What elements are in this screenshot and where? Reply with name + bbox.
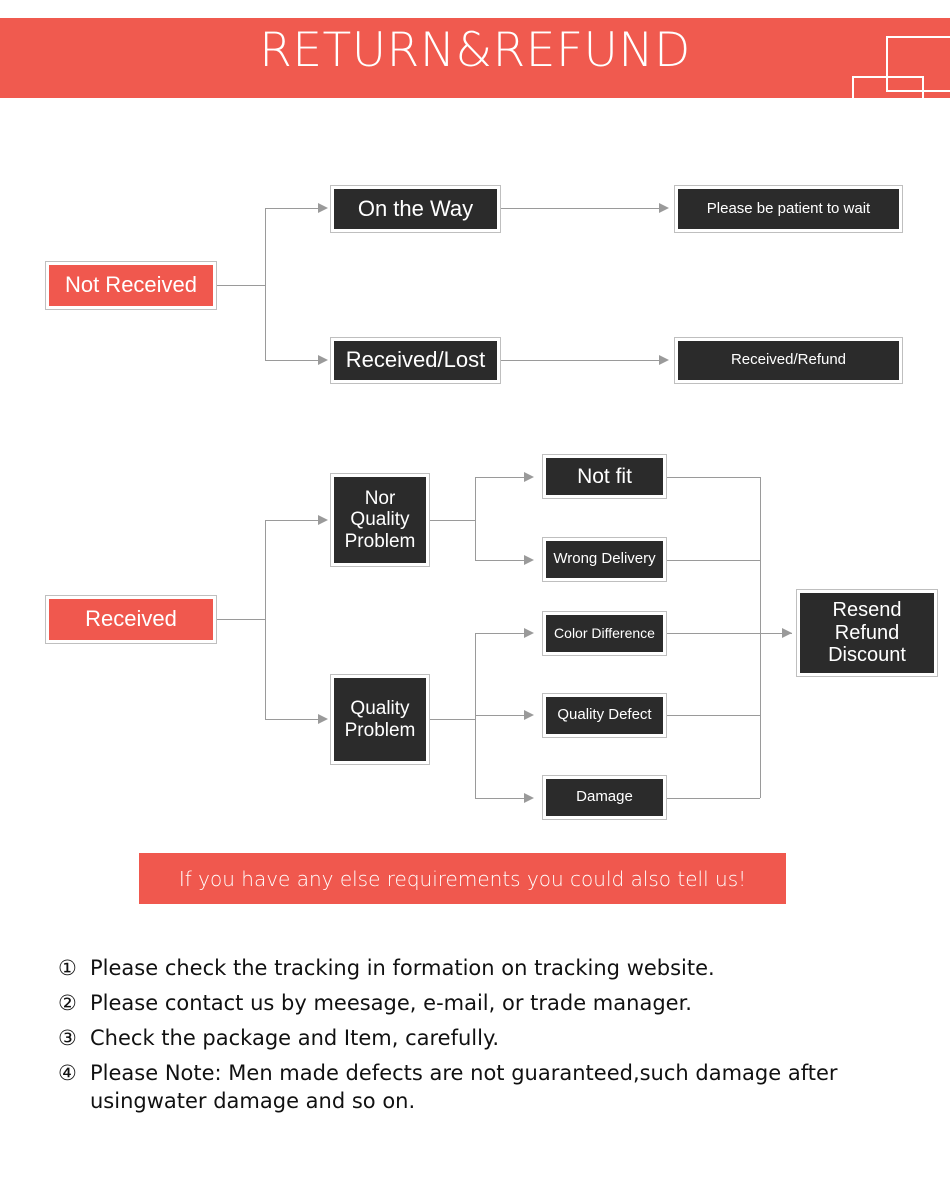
connector-rcv-top [265, 520, 320, 521]
arrow-to-quality-problem [318, 714, 328, 724]
node-received-lost[interactable]: Received/Lost [330, 337, 501, 384]
arrow-to-color-difference [524, 628, 534, 638]
node-please-be-patient[interactable]: Please be patient to wait [674, 185, 903, 233]
connector-qp-bottom [475, 798, 525, 799]
node-received[interactable]: Received [45, 595, 217, 644]
note-text-2: Please contact us by meesage, e-mail, or… [90, 990, 692, 1015]
connector-nqp-bottom [475, 560, 525, 561]
node-received-refund[interactable]: Received/Refund [674, 337, 903, 384]
connector-nf-out [667, 477, 760, 478]
arrow-to-be-patient [659, 203, 669, 213]
note-number-3: ③ [58, 1025, 77, 1050]
connector-qp-mid [475, 715, 525, 716]
note-item: ④ Please Note: Men made defects are not … [58, 1060, 938, 1116]
node-not-fit[interactable]: Not fit [542, 454, 667, 499]
connector-nr-top [265, 208, 320, 209]
node-nor-quality-problem[interactable]: Nor Quality Problem [330, 473, 430, 567]
arrow-to-received-refund [659, 355, 669, 365]
connector-nr-bottom [265, 360, 320, 361]
arrow-to-received-lost [318, 355, 328, 365]
arrow-to-not-fit [524, 472, 534, 482]
arrow-to-wrong-delivery [524, 555, 534, 565]
connector-rcv-bus [265, 520, 266, 719]
connector-dm-out [667, 798, 760, 799]
node-color-difference[interactable]: Color Difference [542, 611, 667, 656]
node-resend-refund-discount[interactable]: Resend Refund Discount [796, 589, 938, 677]
note-number-4: ④ [58, 1060, 77, 1085]
note-text-4: Please Note: Men made defects are not gu… [90, 1060, 838, 1113]
note-item: ① Please check the tracking in formation… [58, 955, 938, 983]
connector-nqp-bus [475, 477, 476, 560]
note-number-1: ① [58, 956, 77, 980]
node-not-received[interactable]: Not Received [45, 261, 217, 310]
connector-qp-top [475, 633, 525, 634]
arrow-to-nor-quality [318, 515, 328, 525]
connector-outcome-bus [760, 477, 761, 798]
connector-rcv-bottom [265, 719, 320, 720]
cta-text: If you have any else requirements you co… [178, 866, 747, 891]
connector-nqp-top [475, 477, 525, 478]
note-item: ③ Check the package and Item, carefully. [58, 1025, 938, 1053]
connector-wd-out [667, 560, 760, 561]
connector-qp-stem [430, 719, 475, 720]
node-damage[interactable]: Damage [542, 775, 667, 820]
connector-qd-out [667, 715, 760, 716]
note-item: ② Please contact us by meesage, e-mail, … [58, 990, 938, 1018]
notes-list: ① Please check the tracking in formation… [58, 955, 938, 1123]
node-quality-problem[interactable]: Quality Problem [330, 674, 430, 765]
connector-rl-to-result [501, 360, 659, 361]
arrow-to-damage [524, 793, 534, 803]
arrow-to-quality-defect [524, 710, 534, 720]
note-text-1: Please check the tracking in formation o… [90, 956, 715, 980]
node-on-the-way[interactable]: On the Way [330, 185, 501, 233]
connector-rcv-stem [217, 619, 265, 620]
node-wrong-delivery[interactable]: Wrong Delivery [542, 537, 667, 582]
connector-otw-to-result [501, 208, 659, 209]
connector-cd-out [667, 633, 760, 634]
arrow-to-resend-refund-discount [782, 628, 792, 638]
note-number-2: ② [58, 990, 77, 1015]
node-quality-defect[interactable]: Quality Defect [542, 693, 667, 738]
connector-nr-stem [217, 285, 265, 286]
connector-nqp-stem [430, 520, 475, 521]
note-text-3: Check the package and Item, carefully. [90, 1025, 500, 1050]
return-refund-infographic: RETURN&REFUND Not Received On the Way Re… [0, 0, 950, 1193]
cta-banner: If you have any else requirements you co… [139, 853, 786, 904]
connector-nr-bus [265, 208, 266, 361]
arrow-to-on-the-way [318, 203, 328, 213]
